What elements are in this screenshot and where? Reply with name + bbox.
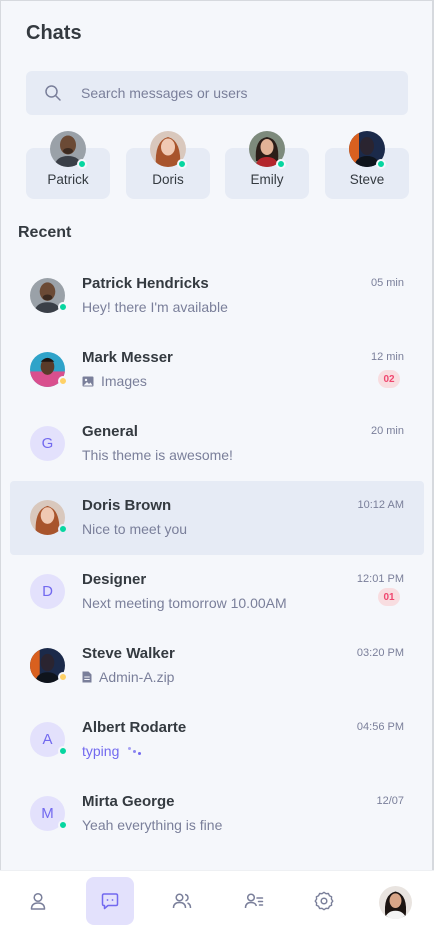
chat-last-message: Admin-A.zip <box>82 669 174 685</box>
chat-item[interactable]: A Albert Rodarte typing 04:56 PM <box>10 703 424 777</box>
chat-last-message: Images <box>82 373 147 389</box>
recent-section-title: Recent <box>18 224 72 241</box>
avatar-initial: D <box>30 574 65 609</box>
chat-item-active[interactable]: Doris Brown Nice to meet you 10:12 AM <box>10 481 424 555</box>
user-avatar[interactable] <box>379 886 412 919</box>
page-title: Chats <box>26 22 82 44</box>
chat-time: 12/07 <box>376 795 404 807</box>
message-text: Yeah everything is fine <box>82 817 223 833</box>
chat-name: Doris Brown <box>82 497 172 514</box>
file-icon <box>82 671 92 683</box>
avatar: D <box>30 574 65 609</box>
online-status-dot <box>77 159 87 169</box>
online-user-name: Doris <box>152 172 184 187</box>
chat-item[interactable]: Steve Walker Admin-A.zip 03:20 PM <box>10 629 424 703</box>
chat-time: 12:01 PM <box>356 573 404 585</box>
typing-text: typing <box>82 743 120 759</box>
typing-indicator <box>128 746 142 755</box>
online-status-dot <box>376 159 386 169</box>
chat-last-message: Next meeting tomorrow 10.00AM <box>82 595 287 611</box>
message-text: Images <box>101 373 147 389</box>
chat-name: Steve Walker <box>82 645 175 662</box>
online-users: Patrick Doris Emily Steve <box>26 131 410 201</box>
online-status-dot <box>58 302 68 312</box>
avatar <box>30 648 68 683</box>
chat-icon <box>100 891 120 911</box>
search-icon <box>43 83 63 103</box>
avatar <box>30 278 68 313</box>
chat-time: 10:12 AM <box>357 499 404 511</box>
chat-item[interactable]: Mark Messer Images 12 min 02 <box>10 333 424 407</box>
chat-name: Mirta George <box>82 793 175 810</box>
unread-badge: 01 <box>378 588 400 606</box>
message-text: Nice to meet you <box>82 521 188 537</box>
settings-icon <box>314 891 334 911</box>
search-bar[interactable] <box>26 71 408 115</box>
chat-time: 05 min <box>370 277 404 289</box>
chat-last-message: Yeah everything is fine <box>82 817 222 833</box>
chat-name: Mark Messer <box>82 349 173 366</box>
chat-time: 03:20 PM <box>356 647 404 659</box>
avatar: G <box>30 426 65 461</box>
avatar <box>150 131 187 169</box>
chat-last-message: typing <box>82 743 142 759</box>
message-text: Admin-A.zip <box>99 669 175 685</box>
chat-item[interactable]: Patrick Hendricks Hey! there I'm availab… <box>10 259 424 333</box>
chat-time: 20 min <box>370 425 404 437</box>
avatar <box>30 500 68 535</box>
avatar-initial: G <box>30 426 65 461</box>
image-icon <box>82 376 94 387</box>
chat-time: 04:56 PM <box>356 721 404 733</box>
online-status-dot <box>276 159 286 169</box>
bottom-nav <box>0 870 434 931</box>
chat-last-message: Hey! there I'm available <box>82 299 228 315</box>
online-user-name: Steve <box>349 172 385 187</box>
chat-item[interactable]: M Mirta George Yeah everything is fine 1… <box>10 777 424 851</box>
chat-name: Albert Rodarte <box>82 719 187 736</box>
chat-name: General <box>82 423 138 440</box>
online-status-dot <box>58 746 68 756</box>
away-status-dot <box>58 376 68 386</box>
chat-name: Patrick Hendricks <box>82 275 209 292</box>
chat-item[interactable]: G General This theme is awesome! 20 min <box>10 407 424 481</box>
message-text: This theme is awesome! <box>82 447 233 463</box>
nav-groups-button[interactable] <box>158 877 206 925</box>
avatar <box>249 131 286 169</box>
online-user-name: Patrick <box>47 172 89 187</box>
nav-profile-button[interactable] <box>14 877 62 925</box>
avatar <box>30 352 68 387</box>
message-text: Next meeting tomorrow 10.00AM <box>82 595 287 611</box>
chat-name: Designer <box>82 571 147 588</box>
avatar: M <box>30 796 68 831</box>
message-text: Hey! there I'm available <box>82 299 228 315</box>
online-status-dot <box>58 524 68 534</box>
unread-badge: 02 <box>378 370 400 388</box>
nav-chats-button[interactable] <box>86 877 134 925</box>
chat-last-message: This theme is awesome! <box>82 447 233 463</box>
search-input[interactable] <box>81 85 381 101</box>
avatar: A <box>30 722 68 757</box>
groups-icon <box>172 891 192 911</box>
chat-list: Patrick Hendricks Hey! there I'm availab… <box>10 259 424 851</box>
online-status-dot <box>58 820 68 830</box>
chat-last-message: Nice to meet you <box>82 521 187 537</box>
online-user-name: Emily <box>250 172 284 187</box>
nav-contacts-button[interactable] <box>230 877 278 925</box>
nav-settings-button[interactable] <box>300 877 348 925</box>
online-status-dot <box>177 159 187 169</box>
away-status-dot <box>58 672 68 682</box>
chat-time: 12 min <box>370 351 404 363</box>
contacts-icon <box>244 891 264 911</box>
avatar <box>349 131 386 169</box>
profile-icon <box>28 891 48 911</box>
avatar <box>50 131 87 169</box>
chat-item[interactable]: D Designer Next meeting tomorrow 10.00AM… <box>10 555 424 629</box>
